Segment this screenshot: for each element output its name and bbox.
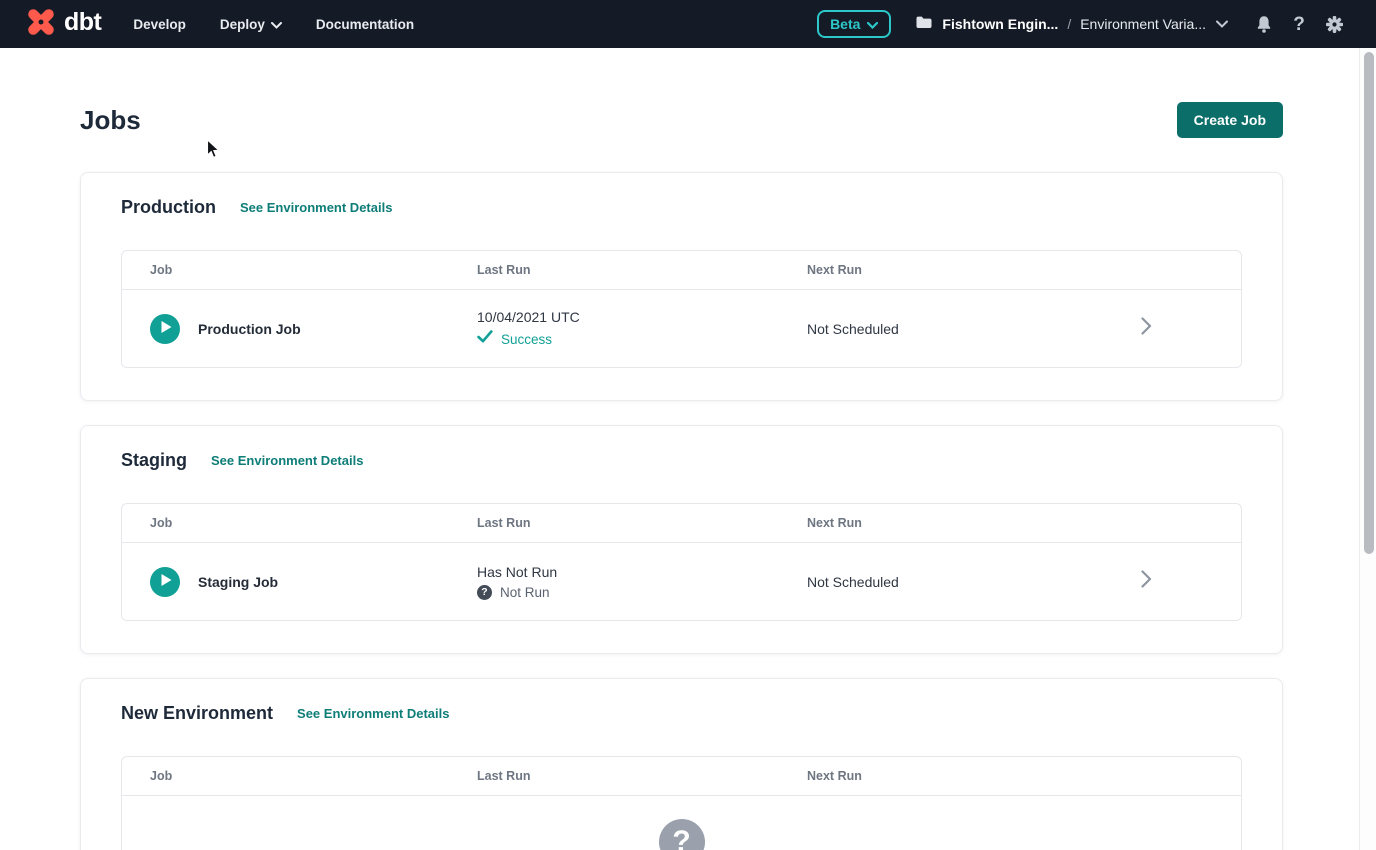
- chevron-down-icon: [867, 16, 878, 32]
- column-header-last-run: Last Run: [477, 263, 807, 277]
- chevron-right-icon: [1141, 570, 1152, 593]
- column-header-next-run: Next Run: [807, 263, 1241, 277]
- run-job-button[interactable]: [150, 314, 180, 344]
- environment-card-new-environment: New Environment See Environment Details …: [80, 678, 1283, 850]
- breadcrumb-separator: /: [1067, 16, 1071, 32]
- main-nav: Develop Deploy Documentation: [133, 17, 414, 32]
- nav-item-develop[interactable]: Develop: [133, 17, 186, 32]
- top-navbar: dbt Develop Deploy Documentation Beta Fi…: [0, 0, 1376, 48]
- environment-card-staging: Staging See Environment Details Job Last…: [80, 425, 1283, 654]
- check-icon: [477, 330, 493, 348]
- job-row-production-job[interactable]: Production Job 10/04/2021 UTC Success No…: [122, 290, 1241, 367]
- column-header-job: Job: [122, 769, 477, 783]
- job-name: Production Job: [198, 321, 301, 337]
- next-run-value: Not Scheduled: [807, 574, 1141, 590]
- column-header-job: Job: [122, 263, 477, 277]
- column-header-last-run: Last Run: [477, 516, 807, 530]
- question-circle-icon: ?: [659, 819, 705, 850]
- bell-icon[interactable]: [1254, 14, 1274, 34]
- column-header-next-run: Next Run: [807, 769, 1241, 783]
- play-icon: [157, 320, 173, 337]
- environment-card-production: Production See Environment Details Job L…: [80, 172, 1283, 401]
- table-header: Job Last Run Next Run: [122, 757, 1241, 796]
- see-environment-details-link[interactable]: See Environment Details: [240, 200, 392, 215]
- folder-icon: [915, 14, 933, 35]
- jobs-table: Job Last Run Next Run Production Job 10/…: [121, 250, 1242, 368]
- table-header: Job Last Run Next Run: [122, 504, 1241, 543]
- status-badge[interactable]: Success: [501, 332, 552, 347]
- see-environment-details-link[interactable]: See Environment Details: [297, 706, 449, 721]
- chevron-right-icon: [1141, 317, 1152, 340]
- navbar-icon-group: ?: [1254, 14, 1344, 34]
- nav-item-deploy[interactable]: Deploy: [220, 17, 282, 32]
- play-icon: [157, 573, 173, 590]
- see-environment-details-link[interactable]: See Environment Details: [211, 453, 363, 468]
- project-selector[interactable]: Fishtown Engin... / Environment Varia...: [915, 14, 1228, 35]
- nav-item-documentation[interactable]: Documentation: [316, 17, 414, 32]
- last-run-date: Has Not Run: [477, 564, 807, 580]
- scrollbar-thumb[interactable]: [1364, 52, 1374, 554]
- page-title: Jobs: [80, 105, 141, 136]
- table-header: Job Last Run Next Run: [122, 251, 1241, 290]
- column-header-job: Job: [122, 516, 477, 530]
- jobs-table: Job Last Run Next Run ?: [121, 756, 1242, 850]
- environment-name: Production: [121, 197, 216, 218]
- chevron-down-icon: [271, 17, 282, 32]
- environment-name: Staging: [121, 450, 187, 471]
- beta-dropdown[interactable]: Beta: [817, 10, 891, 38]
- scrollbar-track[interactable]: [1359, 48, 1376, 850]
- empty-state: ?: [122, 796, 1241, 850]
- job-name: Staging Job: [198, 574, 278, 590]
- brand-text: dbt: [64, 10, 101, 39]
- jobs-page: Jobs Create Job Production See Environme…: [0, 48, 1376, 850]
- dbt-logo[interactable]: dbt: [24, 5, 101, 44]
- jobs-table: Job Last Run Next Run Staging Job Has No…: [121, 503, 1242, 621]
- chevron-down-icon: [1216, 20, 1228, 28]
- question-circle-icon: ?: [477, 585, 492, 600]
- run-job-button[interactable]: [150, 567, 180, 597]
- job-row-staging-job[interactable]: Staging Job Has Not Run ? Not Run Not Sc…: [122, 543, 1241, 620]
- environment-name: New Environment: [121, 703, 273, 724]
- dbt-logo-icon: [24, 5, 58, 44]
- status-badge: Not Run: [500, 585, 550, 600]
- help-icon[interactable]: ?: [1289, 14, 1309, 34]
- column-header-last-run: Last Run: [477, 769, 807, 783]
- breadcrumb-project: Environment Varia...: [1080, 16, 1206, 32]
- column-header-next-run: Next Run: [807, 516, 1241, 530]
- next-run-value: Not Scheduled: [807, 321, 1141, 337]
- breadcrumb-account: Fishtown Engin...: [942, 16, 1058, 32]
- gear-icon[interactable]: [1324, 14, 1344, 34]
- create-job-button[interactable]: Create Job: [1177, 102, 1283, 138]
- last-run-date: 10/04/2021 UTC: [477, 309, 807, 325]
